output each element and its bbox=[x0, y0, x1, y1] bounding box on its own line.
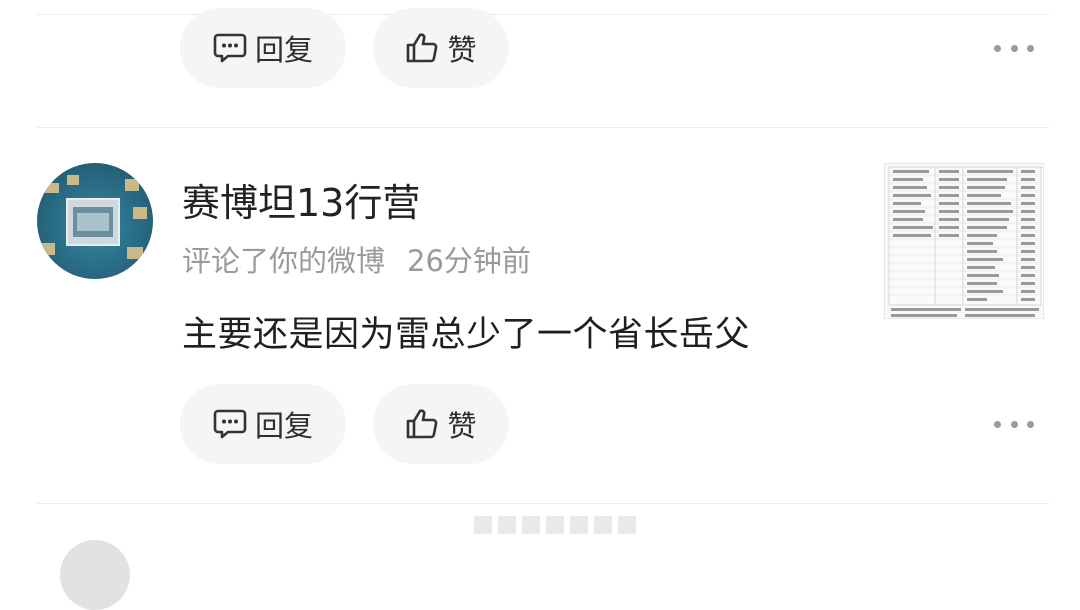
more-dots-icon[interactable] bbox=[994, 43, 1034, 53]
thumbs-up-icon bbox=[407, 409, 438, 439]
username[interactable]: 赛博坦13行营 bbox=[182, 172, 420, 227]
comment-content[interactable]: 主要还是因为雷总少了一个省长岳父 bbox=[182, 306, 750, 357]
like-label-top: 赞 bbox=[447, 33, 477, 67]
reply-button-top[interactable]: 回复 bbox=[180, 8, 346, 88]
comment-bubble-icon bbox=[213, 33, 247, 63]
reply-label-top: 回复 bbox=[254, 33, 313, 67]
top-divider bbox=[37, 14, 1049, 15]
comment-bubble-icon bbox=[213, 409, 247, 439]
comment-meta: 评论了你的微博 26分钟前 bbox=[182, 238, 531, 280]
next-item-avatar[interactable] bbox=[60, 540, 130, 610]
avatar[interactable] bbox=[37, 163, 153, 279]
reply-button[interactable]: 回复 bbox=[180, 384, 346, 464]
like-label: 赞 bbox=[447, 409, 477, 443]
timestamp: 26分钟前 bbox=[407, 244, 531, 278]
bottom-divider bbox=[37, 503, 1049, 504]
more-dots-icon[interactable] bbox=[994, 419, 1034, 429]
section-divider bbox=[37, 127, 1049, 128]
reply-label: 回复 bbox=[254, 409, 313, 443]
weibo-thumbnail[interactable] bbox=[884, 163, 1044, 319]
watermark-blocks bbox=[474, 516, 636, 534]
like-button[interactable]: 赞 bbox=[373, 384, 509, 464]
action-text: 评论了你的微博 bbox=[182, 244, 386, 278]
thumbs-up-icon bbox=[407, 33, 438, 63]
like-button-top[interactable]: 赞 bbox=[373, 8, 509, 88]
